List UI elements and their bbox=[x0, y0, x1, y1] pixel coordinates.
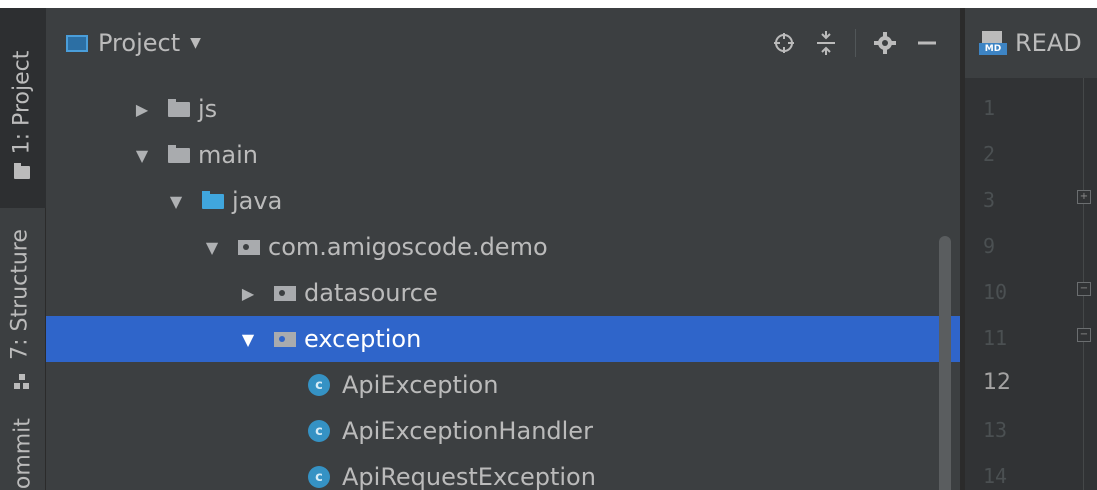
tree-row-label: exception bbox=[304, 325, 422, 353]
expand-arrow-icon[interactable]: ▶ bbox=[132, 100, 152, 119]
line-number: 13 bbox=[983, 418, 1008, 442]
left-tool-stripe: 1: Project 7: Structure Commit bbox=[0, 8, 46, 490]
package-icon bbox=[238, 239, 260, 255]
tool-tab-project-label: 1: Project bbox=[9, 50, 35, 155]
tool-tab-commit[interactable]: Commit bbox=[0, 418, 46, 490]
class-icon: c bbox=[308, 466, 330, 488]
collapse-arrow-icon[interactable]: ▼ bbox=[166, 192, 186, 211]
fold-expand-icon[interactable]: + bbox=[1077, 190, 1091, 204]
editor-area: MD READ 1 2 3 9 10 11 12 13 14 + − − bbox=[965, 8, 1097, 490]
tree-row-main[interactable]: ▼ main bbox=[46, 132, 960, 178]
fold-collapse-icon[interactable]: − bbox=[1077, 282, 1091, 296]
project-window-icon bbox=[66, 34, 88, 52]
fold-collapse-icon[interactable]: − bbox=[1077, 328, 1091, 342]
tree-row-label: ApiException bbox=[342, 371, 499, 399]
tree-row-api-exception-handler[interactable]: c ApiExceptionHandler bbox=[46, 408, 960, 454]
markdown-badge: MD bbox=[979, 43, 1007, 55]
expand-arrow-icon[interactable]: ▶ bbox=[238, 284, 258, 303]
tree-row-package[interactable]: ▼ com.amigoscode.demo bbox=[46, 224, 960, 270]
toolbar-separator bbox=[855, 29, 856, 57]
tree-row-label: js bbox=[198, 95, 218, 123]
folder-icon bbox=[168, 144, 190, 163]
tree-row-java[interactable]: ▼ java bbox=[46, 178, 960, 224]
locate-icon[interactable] bbox=[769, 28, 799, 58]
current-line-number: 12 bbox=[983, 370, 1011, 395]
tree-row-datasource[interactable]: ▶ datasource bbox=[46, 270, 960, 316]
collapse-arrow-icon[interactable]: ▼ bbox=[238, 330, 258, 349]
line-number: 3 bbox=[983, 188, 996, 212]
class-icon: c bbox=[308, 420, 330, 442]
tree-row-exception[interactable]: ▼ exception bbox=[46, 316, 960, 362]
line-number: 11 bbox=[983, 326, 1008, 350]
window-top-edge bbox=[0, 0, 1097, 8]
editor-tab-label: READ bbox=[1015, 29, 1082, 57]
tree-scrollbar[interactable] bbox=[939, 236, 951, 490]
tree-row-label: ApiRequestException bbox=[342, 463, 596, 490]
folder-icon bbox=[168, 98, 190, 117]
line-number: 1 bbox=[983, 96, 996, 120]
tool-tab-project[interactable]: 1: Project bbox=[0, 8, 46, 208]
collapse-all-icon[interactable] bbox=[811, 28, 841, 58]
package-icon bbox=[274, 285, 296, 301]
project-view-selector[interactable]: Project ▼ bbox=[66, 29, 201, 57]
line-number: 14 bbox=[983, 464, 1008, 488]
line-number: 2 bbox=[983, 142, 996, 166]
source-folder-icon bbox=[202, 190, 224, 209]
gear-icon[interactable] bbox=[870, 28, 900, 58]
line-number: 9 bbox=[983, 234, 996, 258]
chevron-down-icon: ▼ bbox=[190, 35, 201, 51]
tool-tab-commit-label: Commit bbox=[10, 418, 36, 490]
tool-tab-structure[interactable]: 7: Structure bbox=[0, 222, 46, 402]
line-number-gutter: 1 2 3 9 10 11 12 13 14 + − − bbox=[965, 78, 1097, 490]
class-icon: c bbox=[308, 374, 330, 396]
tree-row-label: com.amigoscode.demo bbox=[268, 233, 548, 261]
tree-row-api-exception[interactable]: c ApiException bbox=[46, 362, 960, 408]
structure-icon bbox=[14, 374, 30, 390]
project-panel-header: Project ▼ bbox=[46, 8, 960, 78]
tree-row-api-request-exception[interactable]: c ApiRequestException bbox=[46, 454, 960, 490]
tree-row-label: ApiExceptionHandler bbox=[342, 417, 593, 445]
tree-row-label: main bbox=[198, 141, 258, 169]
tree-row-label: java bbox=[232, 187, 283, 215]
collapse-arrow-icon[interactable]: ▼ bbox=[202, 238, 222, 257]
tool-tab-structure-label: 7: Structure bbox=[7, 229, 33, 360]
tree-row-js[interactable]: ▶ js bbox=[46, 86, 960, 132]
project-panel-toolbar bbox=[757, 28, 942, 58]
project-panel-title: Project bbox=[98, 29, 181, 57]
package-icon bbox=[274, 331, 296, 347]
project-tool-window: Project ▼ ▶ js ▼ main ▼ java ▼ com.amigo… bbox=[46, 8, 960, 490]
folder-icon bbox=[14, 163, 30, 179]
markdown-file-icon: MD bbox=[979, 29, 1007, 57]
collapse-arrow-icon[interactable]: ▼ bbox=[132, 146, 152, 165]
line-number: 10 bbox=[983, 280, 1008, 304]
minimize-icon[interactable] bbox=[912, 28, 942, 58]
editor-tab-readme[interactable]: MD READ bbox=[965, 8, 1097, 78]
tree-row-label: datasource bbox=[304, 279, 438, 307]
